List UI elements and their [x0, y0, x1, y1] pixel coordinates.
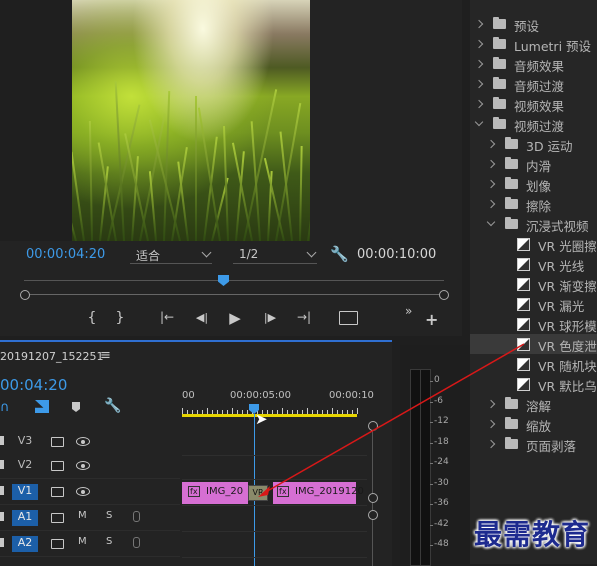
watermark-logo: 最需教育 — [474, 518, 591, 551]
annotation-arrow — [258, 343, 525, 497]
